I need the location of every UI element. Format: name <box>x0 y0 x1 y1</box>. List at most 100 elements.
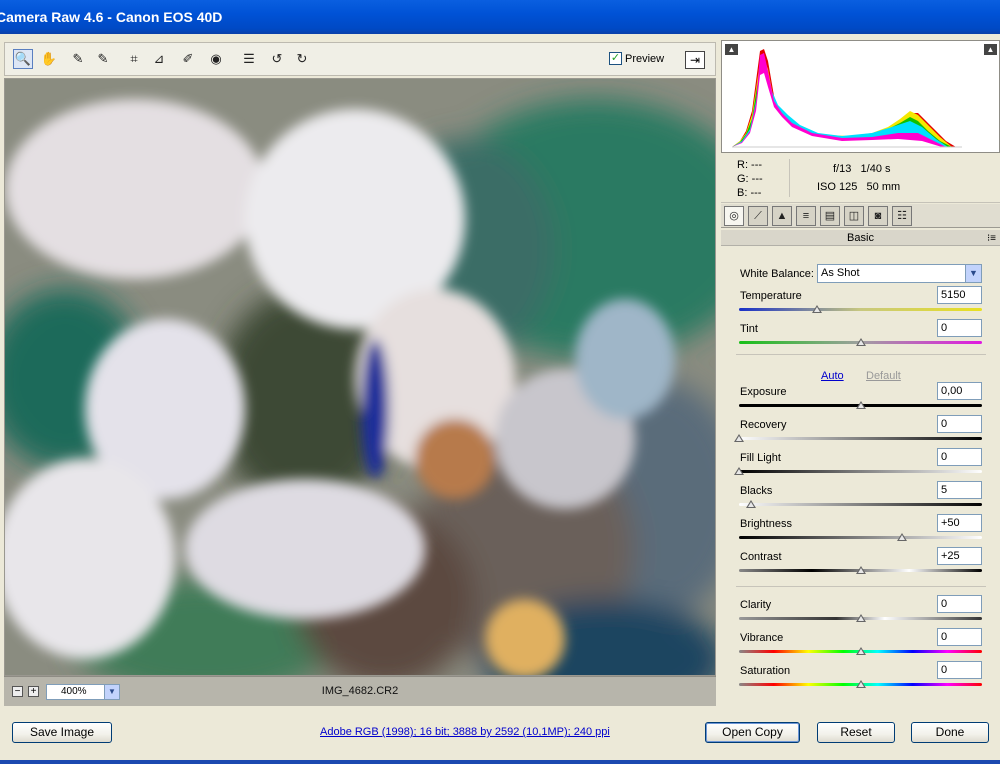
histogram-graph <box>732 49 962 148</box>
tab-camera-calibration[interactable]: ◙ <box>868 206 888 226</box>
contrast-field[interactable]: +25 <box>937 547 982 565</box>
pixel-readout: R: --- G: --- B: --- f/13 1/40 s ISO 125… <box>721 153 1000 203</box>
photo-preview-image <box>5 79 715 675</box>
hand-tool-icon[interactable]: ✋ <box>39 49 59 69</box>
clarity-field[interactable]: 0 <box>937 595 982 613</box>
fill-light-slider[interactable] <box>739 470 982 473</box>
status-bar: − + 400% ▼ IMG_4682.CR2 <box>4 676 716 706</box>
brightness-slider-thumb[interactable] <box>896 533 907 541</box>
footer-bar: Save Image Adobe RGB (1998); 16 bit; 388… <box>0 708 1000 764</box>
right-panel: ▲ ▲ R: --- G: --- B: --- f/13 1/40 s ISO… <box>721 40 1000 706</box>
exposure-label: Exposure <box>740 386 787 398</box>
histogram: ▲ ▲ <box>721 40 1000 153</box>
temperature-slider[interactable] <box>739 308 982 311</box>
saturation-slider-thumb[interactable] <box>855 680 866 688</box>
tab-hsl[interactable]: ≡ <box>796 206 816 226</box>
section-title: Basic <box>847 232 874 244</box>
exposure-field[interactable]: 0,00 <box>937 382 982 400</box>
brightness-label: Brightness <box>740 518 792 530</box>
iso-value: ISO 125 <box>817 181 858 193</box>
basic-panel: White Balance: As Shot ▼ Temperature 5150… <box>721 248 1000 706</box>
contrast-slider-thumb[interactable] <box>855 566 866 574</box>
zoom-tool-icon[interactable]: 🔍 <box>13 49 33 69</box>
readout-b: B: --- <box>737 187 762 199</box>
exposure-info: f/13 1/40 s <box>833 163 891 175</box>
readout-g: G: --- <box>737 173 763 185</box>
reset-button[interactable]: Reset <box>817 722 895 743</box>
tab-split-toning[interactable]: ▤ <box>820 206 840 226</box>
preview-checkbox[interactable]: ✓ <box>609 52 622 65</box>
recovery-field[interactable]: 0 <box>937 415 982 433</box>
blacks-slider[interactable] <box>739 503 982 506</box>
panel-tabs: ◎ ⟋ ▲ ≡ ▤ ◫ ◙ ☷ <box>721 204 1000 228</box>
separator <box>736 586 986 587</box>
shutter-value: 1/40 s <box>860 163 891 175</box>
straighten-tool-icon[interactable]: ⊿ <box>149 49 169 69</box>
blacks-slider-thumb[interactable] <box>746 500 757 508</box>
saturation-label: Saturation <box>740 665 791 677</box>
vibrance-slider-thumb[interactable] <box>855 647 866 655</box>
preferences-icon[interactable]: ☰ <box>239 49 259 69</box>
chevron-down-icon: ▼ <box>965 265 981 282</box>
white-balance-select[interactable]: As Shot ▼ <box>817 264 982 283</box>
shadow-clipping-icon[interactable]: ▲ <box>725 44 738 55</box>
workflow-options-link[interactable]: Adobe RGB (1998); 16 bit; 3888 by 2592 (… <box>320 726 610 738</box>
window-title: Camera Raw 4.6 - Canon EOS 40D <box>0 9 223 25</box>
contrast-label: Contrast <box>740 551 782 563</box>
fill-light-label: Fill Light <box>740 452 781 464</box>
preview-toggle[interactable]: ✓ Preview <box>609 52 664 65</box>
focal-value: 50 mm <box>866 181 901 193</box>
aperture-value: f/13 <box>833 163 852 175</box>
readout-divider <box>789 159 790 197</box>
camera-raw-window: 🔍 ✋ ✎ ✎ ⌗ ⊿ ✐ ◉ ☰ ↺ ↻ ✓ Preview ⇥ − + 40… <box>0 34 1000 764</box>
tab-basic[interactable]: ◎ <box>724 206 744 226</box>
exposure-slider-thumb[interactable] <box>855 401 866 409</box>
lens-info: ISO 125 50 mm <box>817 181 900 193</box>
brightness-field[interactable]: +50 <box>937 514 982 532</box>
highlight-clipping-icon[interactable]: ▲ <box>984 44 997 55</box>
auto-link[interactable]: Auto <box>821 370 844 382</box>
default-link[interactable]: Default <box>866 370 901 382</box>
tint-field[interactable]: 0 <box>937 319 982 337</box>
rotate-cw-icon[interactable]: ↻ <box>292 49 312 69</box>
tab-lens[interactable]: ◫ <box>844 206 864 226</box>
blacks-label: Blacks <box>740 485 773 497</box>
brightness-slider[interactable] <box>739 536 982 539</box>
retouch-tool-icon[interactable]: ✐ <box>178 49 198 69</box>
vibrance-label: Vibrance <box>740 632 784 644</box>
vibrance-field[interactable]: 0 <box>937 628 982 646</box>
separator <box>736 354 986 355</box>
rotate-ccw-icon[interactable]: ↺ <box>267 49 287 69</box>
temperature-field[interactable]: 5150 <box>937 286 982 304</box>
toolbar: 🔍 ✋ ✎ ✎ ⌗ ⊿ ✐ ◉ ☰ ↺ ↻ ✓ Preview ⇥ <box>4 42 716 76</box>
color-sampler-tool-icon[interactable]: ✎ <box>93 49 113 69</box>
saturation-field[interactable]: 0 <box>937 661 982 679</box>
preview-label: Preview <box>625 52 665 65</box>
recovery-slider-thumb[interactable] <box>734 434 744 442</box>
temperature-slider-thumb[interactable] <box>811 305 822 313</box>
tab-presets[interactable]: ☷ <box>892 206 912 226</box>
fullscreen-icon[interactable]: ⇥ <box>685 51 705 69</box>
panel-menu-icon[interactable]: ⁝≡ <box>987 231 996 247</box>
image-preview[interactable] <box>4 78 716 676</box>
fill-light-field[interactable]: 0 <box>937 448 982 466</box>
temperature-label: Temperature <box>740 290 802 302</box>
fill-light-slider-thumb[interactable] <box>734 467 744 475</box>
white-balance-tool-icon[interactable]: ✎ <box>68 49 88 69</box>
done-button[interactable]: Done <box>911 722 989 743</box>
white-balance-value: As Shot <box>821 267 860 279</box>
tint-slider-thumb[interactable] <box>855 338 866 346</box>
blacks-field[interactable]: 5 <box>937 481 982 499</box>
tab-tone-curve[interactable]: ⟋ <box>748 206 768 226</box>
save-image-button[interactable]: Save Image <box>12 722 112 743</box>
crop-tool-icon[interactable]: ⌗ <box>124 49 144 69</box>
tint-label: Tint <box>740 323 758 335</box>
title-bar: Camera Raw 4.6 - Canon EOS 40D <box>0 0 1000 34</box>
red-eye-tool-icon[interactable]: ◉ <box>206 49 226 69</box>
recovery-slider[interactable] <box>739 437 982 440</box>
clarity-slider-thumb[interactable] <box>855 614 866 622</box>
open-copy-button[interactable]: Open Copy <box>705 722 800 743</box>
file-name: IMG_4682.CR2 <box>321 685 399 697</box>
readout-r: R: --- <box>737 159 763 171</box>
tab-detail[interactable]: ▲ <box>772 206 792 226</box>
